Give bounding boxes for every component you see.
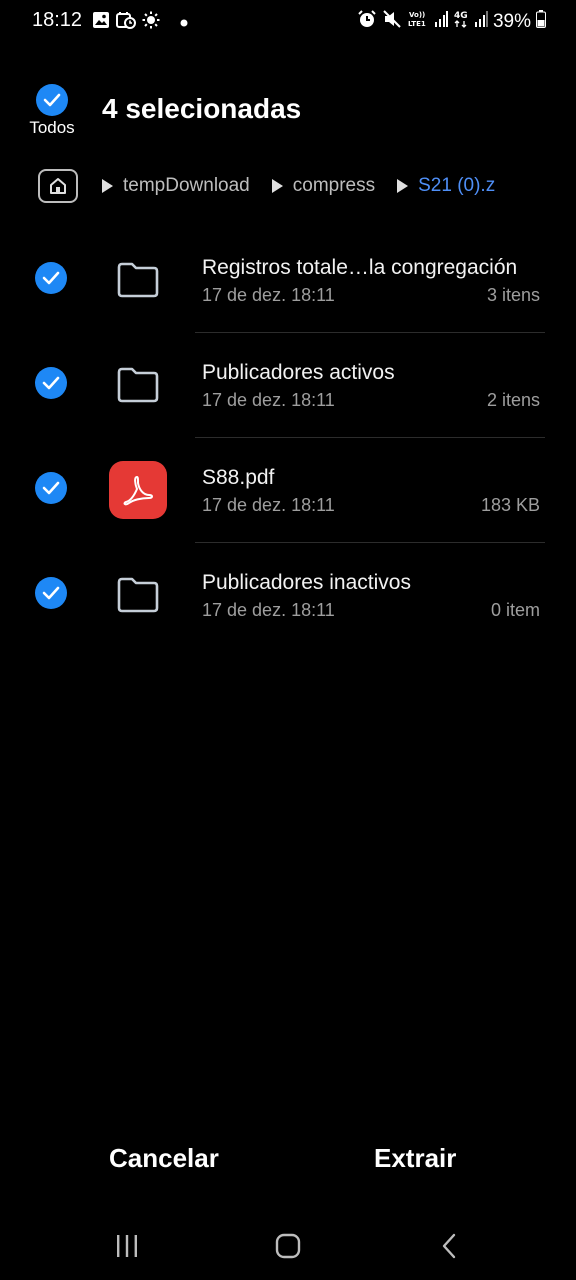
folder-icon [108, 565, 168, 625]
file-name: Publicadores activos [202, 361, 395, 384]
file-size: 3 itens [486, 285, 540, 305]
alarm-icon [357, 9, 377, 34]
checkbox-checked-icon[interactable] [35, 367, 67, 399]
home-icon[interactable] [38, 169, 78, 203]
folder-icon [108, 355, 168, 415]
breadcrumb-arrow-icon [397, 179, 409, 193]
action-bar: Cancelar Extrair [0, 1135, 576, 1187]
select-all-check-icon [36, 84, 68, 116]
pdf-file-icon [108, 460, 168, 520]
file-date: 17 de dez. 18:11 [202, 285, 335, 305]
cancel-button[interactable]: Cancelar [109, 1143, 219, 1174]
svg-text:Vo)): Vo)) [409, 11, 425, 19]
checkbox-checked-icon[interactable] [35, 577, 67, 609]
select-all-label: Todos [29, 118, 75, 137]
battery-icon [536, 10, 546, 33]
list-item[interactable]: Registros totale…la congregación 17 de d… [0, 228, 576, 333]
status-bar: 18:12 Vo)) LTE1 4G 39% [0, 0, 576, 42]
dot-icon [180, 14, 188, 32]
recent-apps-icon[interactable] [107, 1230, 147, 1262]
breadcrumb: tempDownload compress S21 (0).z [38, 168, 495, 204]
folder-icon [108, 250, 168, 310]
page-title: 4 selecionadas [102, 93, 302, 124]
file-date: 17 de dez. 18:11 [202, 495, 335, 515]
breadcrumb-item[interactable]: tempDownload [123, 175, 250, 197]
navigation-bar [0, 1218, 576, 1274]
status-time: 18:12 [32, 9, 83, 31]
list-item[interactable]: Publicadores activos 17 de dez. 18:11 2 … [0, 333, 576, 438]
file-date: 17 de dez. 18:11 [202, 600, 335, 620]
extract-button[interactable]: Extrair [374, 1143, 456, 1174]
checkbox-checked-icon[interactable] [35, 472, 67, 504]
breadcrumb-item-current[interactable]: S21 (0).z [418, 175, 495, 197]
brightness-icon [142, 11, 160, 34]
select-all-toggle[interactable]: Todos [24, 84, 80, 140]
file-list: Registros totale…la congregación 17 de d… [0, 228, 576, 648]
file-name: S88.pdf [202, 466, 275, 489]
file-size: 0 item [490, 600, 540, 620]
file-name: Publicadores inactivos [202, 571, 411, 594]
checkbox-checked-icon[interactable] [35, 262, 67, 294]
file-date: 17 de dez. 18:11 [202, 390, 335, 410]
file-name: Registros totale…la congregación [202, 256, 518, 279]
alarm-clock-icon [116, 11, 136, 34]
svg-text:LTE1: LTE1 [408, 20, 426, 28]
list-item[interactable]: S88.pdf 17 de dez. 18:11 183 KB [0, 438, 576, 543]
list-item[interactable]: Publicadores inactivos 17 de dez. 18:11 … [0, 543, 576, 648]
status-right-icons: Vo)) LTE1 4G 39% [357, 9, 546, 34]
image-icon [92, 11, 110, 34]
4g-icon: 4G [453, 9, 469, 34]
svg-text:4G: 4G [454, 11, 468, 21]
home-button-icon[interactable] [268, 1230, 308, 1262]
signal-icon [434, 10, 448, 33]
mute-icon [382, 9, 402, 34]
back-icon[interactable] [430, 1230, 470, 1262]
signal-icon-2 [474, 10, 488, 33]
file-size: 2 itens [486, 390, 540, 410]
breadcrumb-arrow-icon [102, 179, 113, 193]
breadcrumb-item[interactable]: compress [293, 175, 375, 197]
battery-percent: 39% [492, 10, 531, 32]
status-left-icons [92, 11, 188, 34]
file-size: 183 KB [480, 495, 540, 515]
breadcrumb-arrow-icon [271, 179, 283, 193]
volte-icon: Vo)) LTE1 [407, 9, 429, 34]
